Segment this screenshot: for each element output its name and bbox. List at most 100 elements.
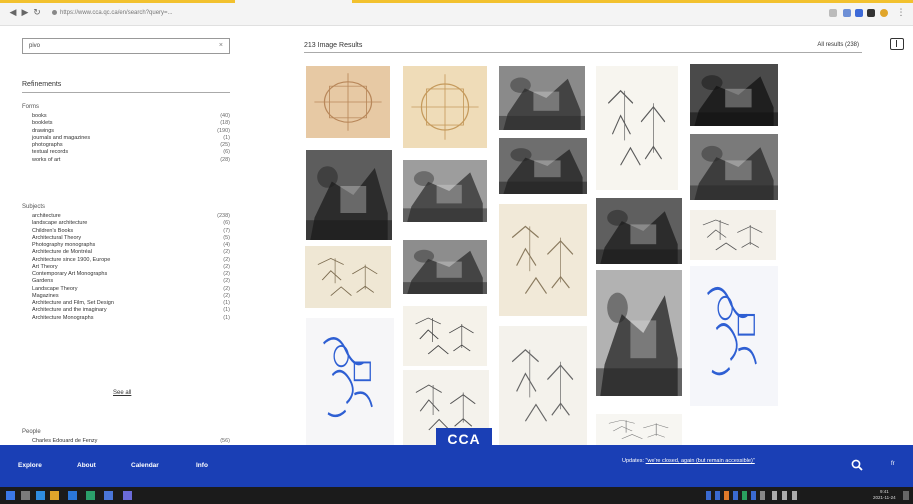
facet-option[interactable]: Contemporary Art Monographs (2) xyxy=(32,271,230,278)
result-thumbnail[interactable] xyxy=(403,66,487,148)
see-all-link[interactable]: See all xyxy=(113,390,131,396)
reload-icon[interactable]: ↻ xyxy=(32,8,42,18)
thumbnail-image xyxy=(499,204,587,316)
all-results-link[interactable]: All results (238) xyxy=(817,42,859,48)
search-icon[interactable] xyxy=(851,459,863,471)
chrome-taskbar-icon[interactable] xyxy=(50,491,59,500)
facet-option[interactable]: Photography monographs (4) xyxy=(32,242,230,249)
facet-option[interactable]: Architecture and Film, Set Design (1) xyxy=(32,300,230,307)
facet-option[interactable]: Architecture and the imaginary (1) xyxy=(32,307,230,314)
facet-option[interactable]: books (40) xyxy=(32,113,230,120)
battery-icon[interactable] xyxy=(792,491,797,500)
layout-toggle-icon[interactable] xyxy=(890,38,904,50)
facet-option[interactable]: landscape architecture (6) xyxy=(32,220,230,227)
facet-option[interactable]: textual records (6) xyxy=(32,149,230,156)
result-thumbnail[interactable] xyxy=(499,66,585,130)
tray-icon[interactable] xyxy=(760,491,765,500)
thumbnail-image xyxy=(596,198,682,264)
app-icon[interactable] xyxy=(86,491,95,500)
result-thumbnail[interactable] xyxy=(690,64,778,126)
result-thumbnail[interactable] xyxy=(499,326,587,445)
thumbnail-image xyxy=(690,64,778,126)
profile-icon[interactable] xyxy=(880,9,888,17)
result-thumbnail[interactable] xyxy=(690,134,778,200)
facet-option[interactable]: Architectural Theory (5) xyxy=(32,235,230,242)
extension-icon[interactable] xyxy=(867,9,875,17)
facet-option[interactable]: Architecture Monographs (1) xyxy=(32,315,230,322)
facet-title-subjects: Subjects xyxy=(22,204,46,210)
result-thumbnail[interactable] xyxy=(403,160,487,222)
address-bar[interactable]: https://www.cca.qc.ca/en/search?query=..… xyxy=(52,7,202,19)
result-thumbnail[interactable] xyxy=(306,66,390,138)
tray-icon[interactable] xyxy=(706,491,711,500)
facet-option[interactable]: Architecture de Montréal (2) xyxy=(32,249,230,256)
language-toggle[interactable]: fr xyxy=(891,461,895,467)
facet-option[interactable]: architecture (238) xyxy=(32,213,230,220)
result-thumbnail[interactable] xyxy=(305,246,391,308)
footer-link-about[interactable]: About xyxy=(77,462,96,469)
result-thumbnail[interactable] xyxy=(596,66,678,190)
forward-icon[interactable]: ▶ xyxy=(20,8,30,18)
facet-option-count: (2) xyxy=(223,271,230,277)
result-thumbnail[interactable] xyxy=(403,306,487,366)
tray-icon[interactable] xyxy=(733,491,738,500)
extension-icon[interactable] xyxy=(855,9,863,17)
footer-link-calendar[interactable]: Calendar xyxy=(131,462,159,469)
search-input[interactable]: pivo × xyxy=(22,38,230,54)
facet-option[interactable]: Gardens (2) xyxy=(32,278,230,285)
facet-option[interactable]: Architecture since 1900, Europe (2) xyxy=(32,257,230,264)
facet-option[interactable]: Landscape Theory (2) xyxy=(32,286,230,293)
app-icon[interactable] xyxy=(68,491,77,500)
result-thumbnail[interactable] xyxy=(596,270,682,396)
notification-icon[interactable] xyxy=(903,491,909,500)
tray-icon[interactable] xyxy=(751,491,756,500)
result-thumbnail[interactable] xyxy=(690,210,776,260)
volume-icon[interactable] xyxy=(782,491,787,500)
result-thumbnail[interactable] xyxy=(596,414,682,445)
result-thumbnail[interactable] xyxy=(499,204,587,316)
facet-option[interactable]: works of art (28) xyxy=(32,157,230,164)
result-thumbnail[interactable] xyxy=(690,266,778,406)
facet-option-label: textual records xyxy=(32,149,69,156)
tray-icon[interactable] xyxy=(742,491,747,500)
facet-option[interactable]: Children's Books (7) xyxy=(32,228,230,235)
result-thumbnail[interactable] xyxy=(499,138,587,194)
thumbnail-image xyxy=(690,266,778,406)
facet-option-count: (40) xyxy=(220,113,230,119)
cca-logo[interactable]: CCA xyxy=(436,428,492,450)
system-clock[interactable]: 9:41 2021-11-24 xyxy=(873,489,896,501)
clear-search-icon[interactable]: × xyxy=(219,39,223,53)
tray-icon[interactable] xyxy=(724,491,729,500)
facet-option-label: Photography monographs xyxy=(32,242,96,248)
result-thumbnail[interactable] xyxy=(596,198,682,264)
menu-icon[interactable]: ⋮ xyxy=(896,8,906,18)
result-thumbnail[interactable] xyxy=(306,150,392,240)
thumbnail-image xyxy=(305,246,391,308)
facet-option-count: (2) xyxy=(223,285,230,292)
facet-option-count: (1) xyxy=(223,134,230,141)
extension-icon[interactable] xyxy=(829,9,837,17)
facet-option[interactable]: Charles Edouard de Fenzy (56) xyxy=(32,438,230,445)
facet-option[interactable]: photographs (25) xyxy=(32,142,230,149)
app-icon[interactable] xyxy=(123,491,132,500)
facet-option-label: Architecture and Film, Set Design xyxy=(32,300,114,306)
network-icon[interactable] xyxy=(772,491,777,500)
result-thumbnail[interactable] xyxy=(403,240,487,294)
extension-icon[interactable] xyxy=(843,9,851,17)
mail-icon[interactable] xyxy=(104,491,113,500)
updates-link[interactable]: "we're closed, again (but remain accessi… xyxy=(646,458,755,464)
facet-option[interactable]: Magazines (2) xyxy=(32,293,230,300)
task-view-icon[interactable] xyxy=(21,491,30,500)
facet-option[interactable]: Art Theory (2) xyxy=(32,264,230,271)
facet-option-count: (2) xyxy=(223,292,230,299)
back-icon[interactable]: ◀ xyxy=(8,8,18,18)
facet-option[interactable]: booklets (18) xyxy=(32,120,230,127)
footer-link-explore[interactable]: Explore xyxy=(18,462,42,469)
facet-option[interactable]: drawings (190) xyxy=(32,128,230,135)
result-thumbnail[interactable] xyxy=(306,318,394,445)
facet-option[interactable]: journals and magazines (1) xyxy=(32,135,230,142)
edge-icon[interactable] xyxy=(36,491,45,500)
footer-link-info[interactable]: Info xyxy=(196,462,208,469)
tray-icon[interactable] xyxy=(715,491,720,500)
start-icon[interactable] xyxy=(6,491,15,500)
